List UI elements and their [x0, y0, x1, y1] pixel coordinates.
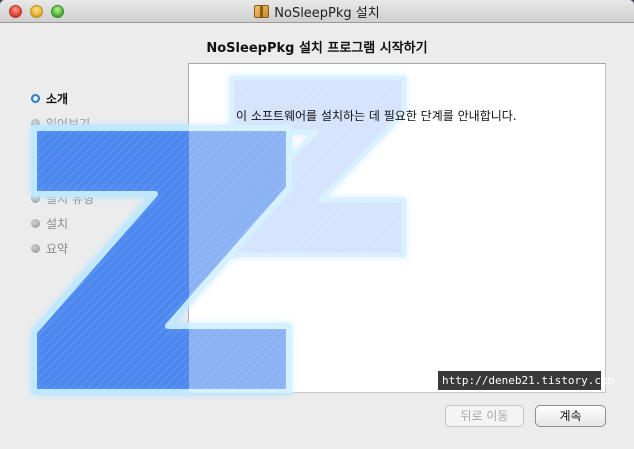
watermark-url: http://deneb21.tistory.com	[438, 371, 614, 390]
window-title-group: NoSleepPkg 설치	[0, 0, 634, 23]
page-heading: NoSleepPkg 설치 프로그램 시작하기	[206, 41, 428, 56]
window-title: NoSleepPkg 설치	[274, 6, 380, 21]
step-label: 대상 디스크 선택	[46, 167, 131, 181]
step-active-bullet-icon	[31, 94, 40, 103]
package-icon	[254, 5, 270, 18]
step-install: 설치	[31, 211, 131, 236]
step-bullet-icon	[31, 169, 40, 178]
step-summary: 요약	[31, 236, 131, 261]
step-bullet-icon	[31, 194, 40, 203]
title-bar[interactable]: NoSleepPkg 설치	[0, 0, 634, 23]
step-bullet-icon	[31, 144, 40, 153]
step-label: 사용권 계약	[46, 142, 106, 156]
step-destination: 대상 디스크 선택	[31, 161, 131, 186]
installer-window: NoSleepPkg 설치 NoSleepPkg 설치 프로그램 시작하기 소개…	[0, 0, 634, 449]
step-install-type: 설치 유형	[31, 186, 131, 211]
step-license: 사용권 계약	[31, 136, 131, 161]
step-bullet-icon	[31, 244, 40, 253]
step-read-me: 읽어보기	[31, 111, 131, 136]
go-back-button[interactable]: 뒤로 이동	[445, 405, 524, 427]
installer-steps: 소개 읽어보기 사용권 계약 대상 디스크 선택 설치 유형 설치 요약	[31, 86, 131, 261]
step-label: 소개	[46, 92, 69, 106]
step-bullet-icon	[31, 119, 40, 128]
step-label: 읽어보기	[46, 117, 91, 131]
intro-text: 이 소프트웨어를 설치하는 데 필요한 단계를 안내합니다.	[236, 109, 517, 123]
step-label: 설치	[46, 217, 69, 231]
step-label: 설치 유형	[46, 192, 94, 206]
step-label: 요약	[46, 242, 69, 256]
step-bullet-icon	[31, 219, 40, 228]
step-introduction: 소개	[31, 86, 131, 111]
continue-button[interactable]: 계속	[535, 405, 606, 427]
